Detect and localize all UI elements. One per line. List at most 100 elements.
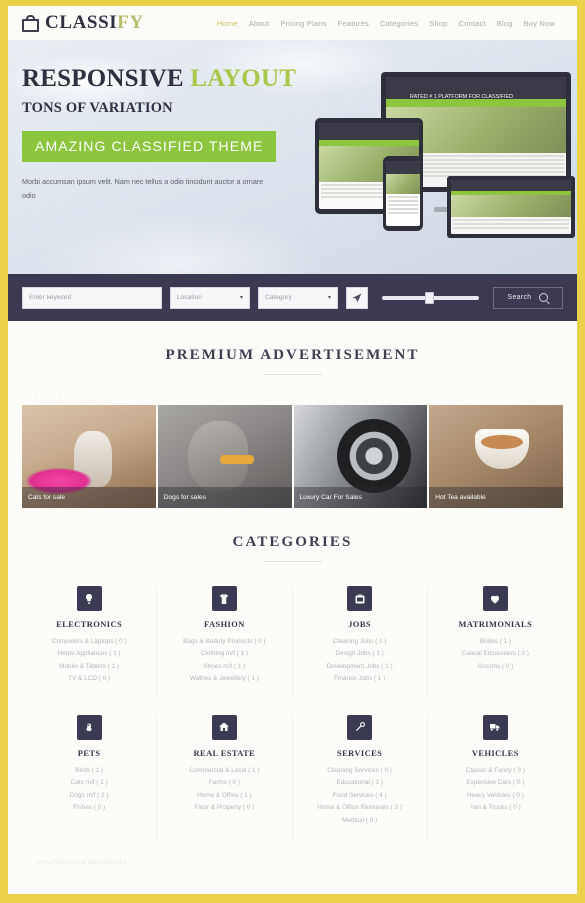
carousel-next-icon[interactable]: › bbox=[55, 389, 65, 398]
category-subitem[interactable]: Birds ( 1 ) bbox=[28, 765, 150, 777]
chevron-down-icon: ▾ bbox=[327, 295, 331, 301]
nav-item-about[interactable]: About bbox=[249, 19, 270, 28]
category-subitem[interactable]: Design Jobs ( 1 ) bbox=[299, 648, 421, 660]
category-real-estate[interactable]: REAL ESTATE Commercial & Local ( 1 ) Far… bbox=[157, 714, 293, 840]
category-subitem[interactable]: Finance Jobs ( 1 ) bbox=[299, 673, 421, 685]
premium-title: PREMIUM ADVERTISEMENT bbox=[165, 347, 420, 363]
ads-carousel: ‹ › Cats for sale Dogs for sales Luxury … bbox=[8, 389, 577, 508]
keyword-input[interactable]: Enter keyword bbox=[22, 286, 162, 309]
category-vehicles[interactable]: VEHICLES Classic & Fancy ( 3 ) Expensive… bbox=[428, 714, 563, 839]
price-range-slider[interactable] bbox=[382, 287, 479, 309]
category-subitem[interactable]: Classic & Fancy ( 3 ) bbox=[434, 765, 557, 777]
category-subitems: Computers & Laptops ( 0 ) Home Appliance… bbox=[28, 636, 150, 686]
category-subitem[interactable]: Commercial & Local ( 1 ) bbox=[163, 765, 285, 777]
hero-subtitle: TONS OF VARIATION bbox=[22, 100, 173, 117]
category-subitem[interactable]: Casual Encounters ( 0 ) bbox=[434, 648, 557, 660]
main-nav: Home About Pricing Plans Features Catego… bbox=[217, 19, 563, 28]
wrench-icon bbox=[347, 714, 373, 740]
category-name: REAL ESTATE bbox=[193, 748, 256, 758]
location-select[interactable]: Location ▾ bbox=[170, 286, 250, 309]
ad-caption: Cats for sale bbox=[22, 487, 156, 508]
category-electronics[interactable]: ELECTRONICS Computers & Laptops ( 0 ) Ho… bbox=[22, 586, 158, 698]
category-pets[interactable]: PETS Birds ( 1 ) Cats m/f ( 1 ) Dogs m/f… bbox=[22, 714, 158, 840]
category-subitems: Bags & Beauty Products ( 0 ) Clothing m/… bbox=[163, 636, 285, 686]
categories-section: CATEGORIES ELECTRONICS Computers & Lapto… bbox=[8, 508, 577, 840]
category-subitem[interactable]: Clothing m/f ( 1 ) bbox=[163, 648, 285, 660]
category-subitem[interactable]: Grooms ( 0 ) bbox=[434, 661, 557, 673]
briefcase-icon bbox=[347, 586, 373, 611]
search-button[interactable]: Search bbox=[493, 286, 563, 309]
category-subitem[interactable]: Development Jobs ( 1 ) bbox=[299, 661, 421, 673]
category-subitem[interactable]: Educational ( 1 ) bbox=[299, 777, 421, 789]
category-subitem[interactable]: Home & Office Removals ( 2 ) bbox=[299, 802, 421, 814]
nav-item-pricing-plans[interactable]: Pricing Plans bbox=[280, 19, 326, 28]
nav-item-contact[interactable]: Contact bbox=[459, 19, 486, 28]
category-subitem[interactable]: Brides ( 1 ) bbox=[434, 636, 557, 648]
ad-card[interactable]: Hot Tea available bbox=[429, 405, 563, 508]
category-subitem[interactable]: Cleaning Services ( 0 ) bbox=[299, 765, 421, 777]
category-name: SERVICES bbox=[337, 748, 383, 758]
heart-icon bbox=[482, 586, 508, 611]
category-subitem[interactable]: Computers & Laptops ( 0 ) bbox=[28, 636, 150, 648]
logo[interactable]: CLASSIFY bbox=[22, 12, 144, 34]
category-name: PETS bbox=[77, 748, 101, 758]
hero-title: RESPONSIVE LAYOUT bbox=[22, 65, 312, 92]
nav-item-buy-now[interactable]: Buy Now bbox=[524, 19, 555, 28]
categories-title: CATEGORIES bbox=[232, 534, 353, 550]
nav-item-features[interactable]: Features bbox=[338, 19, 369, 28]
category-subitem[interactable]: Home & Office ( 1 ) bbox=[163, 790, 285, 802]
carousel-controls: ‹ › bbox=[22, 389, 563, 398]
category-subitem[interactable]: Cats m/f ( 1 ) bbox=[28, 777, 150, 789]
ad-caption: Hot Tea available bbox=[429, 487, 563, 508]
category-services[interactable]: SERVICES Cleaning Services ( 0 ) Educati… bbox=[293, 714, 428, 840]
category-subitem[interactable]: Food Services ( 4 ) bbox=[299, 790, 421, 802]
device-mockups: RATED # 1 PLATFORM FOR CLASSIFIED bbox=[299, 68, 575, 274]
category-fashion[interactable]: FASHION Bags & Beauty Products ( 0 ) Clo… bbox=[157, 586, 293, 698]
category-subitem[interactable]: Van & Trucks ( 0 ) bbox=[434, 802, 557, 814]
home-icon bbox=[211, 714, 237, 740]
category-select[interactable]: Category ▾ bbox=[258, 286, 338, 309]
category-subitem[interactable]: Shoes m/f ( 1 ) bbox=[163, 661, 285, 673]
category-name: VEHICLES bbox=[471, 748, 519, 758]
category-subitems: Birds ( 1 ) Cats m/f ( 1 ) Dogs m/f ( 2 … bbox=[28, 765, 150, 815]
category-subitem[interactable]: Bags & Beauty Products ( 0 ) bbox=[163, 636, 285, 648]
category-name: FASHION bbox=[204, 620, 245, 629]
categories-row: ELECTRONICS Computers & Laptops ( 0 ) Ho… bbox=[22, 586, 563, 698]
nav-item-home[interactable]: Home bbox=[217, 19, 238, 28]
category-subitem[interactable]: Medical ( 0 ) bbox=[299, 815, 421, 827]
nav-item-blog[interactable]: Blog bbox=[497, 19, 513, 28]
category-subitem[interactable]: Wathes & Jewellery ( 1 ) bbox=[163, 673, 285, 685]
geolocate-button[interactable] bbox=[346, 286, 368, 309]
category-select-label: Category bbox=[265, 294, 292, 301]
logo-text: CLASSIFY bbox=[45, 12, 144, 34]
category-subitems: Classic & Fancy ( 3 ) Expensive Cars ( 0… bbox=[434, 765, 557, 815]
category-subitem[interactable]: Fishes ( 0 ) bbox=[28, 802, 150, 814]
category-jobs[interactable]: JOBS Cleaning Jobs ( 1 ) Design Jobs ( 1… bbox=[293, 586, 428, 698]
search-icon bbox=[539, 293, 549, 302]
category-subitem[interactable]: Floor & Property ( 0 ) bbox=[163, 802, 285, 814]
ad-caption: Dogs for sales bbox=[157, 487, 292, 508]
category-subitem[interactable]: Home Appliances ( 1 ) bbox=[28, 648, 150, 660]
tshirt-icon bbox=[211, 586, 237, 611]
slider-handle[interactable] bbox=[424, 291, 434, 304]
search-bar: Enter keyword Location ▾ Category ▾ Sear… bbox=[8, 274, 577, 321]
category-subitem[interactable]: Mobile & Tablets ( 1 ) bbox=[28, 661, 150, 673]
category-name: ELECTRONICS bbox=[56, 620, 123, 629]
watermark-text: www.ProfessionalTemplates.org bbox=[36, 860, 127, 866]
ad-card[interactable]: Cats for sale bbox=[22, 405, 156, 508]
categories-row: PETS Birds ( 1 ) Cats m/f ( 1 ) Dogs m/f… bbox=[22, 714, 563, 840]
ad-card[interactable]: Dogs for sales bbox=[157, 405, 292, 508]
category-matrimonials[interactable]: MATRIMONIALS Brides ( 1 ) Casual Encount… bbox=[428, 586, 563, 698]
category-subitem[interactable]: Cleaning Jobs ( 1 ) bbox=[299, 636, 421, 648]
nav-item-shop[interactable]: Shop bbox=[429, 19, 447, 28]
location-arrow-icon bbox=[352, 293, 362, 302]
ad-card[interactable]: Luxury Car For Sales bbox=[293, 405, 428, 508]
category-subitem[interactable]: Farms ( 0 ) bbox=[163, 777, 285, 789]
category-subitem[interactable]: Dogs m/f ( 2 ) bbox=[28, 790, 150, 802]
nav-item-categories[interactable]: Categories bbox=[380, 19, 418, 28]
category-subitem[interactable]: TV & LCD ( 0 ) bbox=[28, 673, 150, 685]
category-subitem[interactable]: Heavy Vehicles ( 0 ) bbox=[434, 790, 557, 802]
carousel-prev-icon[interactable]: ‹ bbox=[31, 389, 41, 398]
category-subitem[interactable]: Expensive Cars ( 0 ) bbox=[434, 777, 557, 789]
hero-cta-button[interactable]: AMAZING CLASSIFIED THEME bbox=[22, 131, 277, 163]
